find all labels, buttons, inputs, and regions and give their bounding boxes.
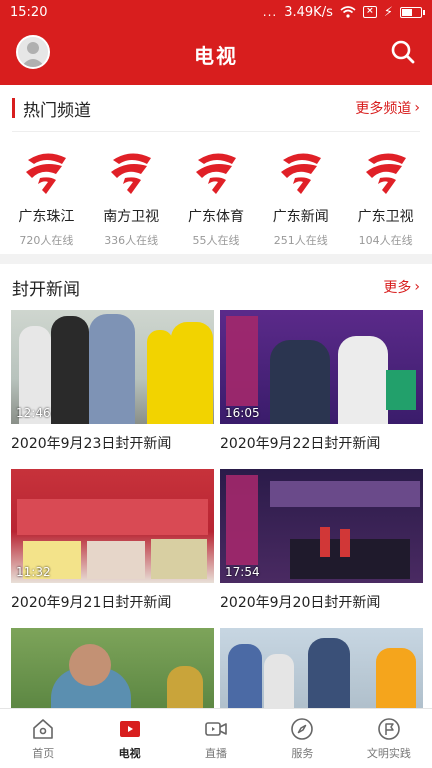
gdtv-logo-icon xyxy=(277,150,325,196)
status-icons: ... 3.49K/s × ⚡ xyxy=(262,4,425,20)
more-channels-label: 更多频道 xyxy=(355,101,412,117)
more-channels-link[interactable]: 更多频道 › xyxy=(355,98,420,118)
channel-list: 广东珠江 720人在线 南方卫视 336人在线 广东体育 55人在线 广东新闻 … xyxy=(0,132,432,254)
page-title: 电视 xyxy=(194,44,238,68)
hot-channels-section: 热门频道 更多频道 › 广东珠江 720人在线 南方卫视 336人在线 广东体育… xyxy=(0,85,432,254)
section-gap xyxy=(0,254,432,264)
nav-live-label: 直播 xyxy=(205,746,228,760)
channel-name: 广东卫视 xyxy=(357,209,414,225)
more-news-link[interactable]: 更多 › xyxy=(383,277,420,297)
news-title: 封开新闻 xyxy=(12,279,80,300)
bottom-navigation: 首页 电视 直播 服务 文明实践 xyxy=(0,708,432,768)
gdtv-logo-icon xyxy=(192,150,240,196)
channel-item[interactable]: 广东新闻 251人在线 xyxy=(260,150,342,248)
video-duration: 17:54 xyxy=(225,565,260,579)
app-bar: 电视 xyxy=(0,24,432,85)
channel-online-count: 336人在线 xyxy=(104,234,159,247)
chevron-right-icon: › xyxy=(414,100,420,116)
more-news-label: 更多 xyxy=(383,280,412,296)
gdtv-logo-icon xyxy=(362,150,410,196)
news-card-title: 2020年9月21日封开新闻 xyxy=(11,595,172,611)
compass-icon xyxy=(290,717,314,741)
hot-channels-title: 热门频道 xyxy=(12,96,91,121)
channel-online-count: 720人在线 xyxy=(19,234,74,247)
channel-item[interactable]: 广东卫视 104人在线 xyxy=(345,150,427,248)
channel-name: 南方卫视 xyxy=(103,209,160,225)
video-duration: 11:32 xyxy=(16,565,51,579)
news-card[interactable]: 16:05 2020年9月22日封开新闻 xyxy=(220,310,423,453)
signal-dots: ... xyxy=(262,5,278,19)
nav-service[interactable]: 服务 xyxy=(259,709,345,768)
top-bar: 15:20 ... 3.49K/s × ⚡ 电视 xyxy=(0,0,432,85)
news-section: 封开新闻 更多 › 12:46 2020年9月23日封开新闻 16:05 202… xyxy=(0,264,432,767)
channel-name: 广东珠江 xyxy=(18,209,75,225)
no-sim-icon: × xyxy=(362,6,377,18)
network-speed: 3.49K/s xyxy=(284,4,333,20)
nav-home[interactable]: 首页 xyxy=(0,709,86,768)
status-bar: 15:20 ... 3.49K/s × ⚡ xyxy=(0,0,432,24)
channel-online-count: 55人在线 xyxy=(192,234,240,247)
news-card-title: 2020年9月22日封开新闻 xyxy=(220,436,381,452)
charging-icon: ⚡ xyxy=(383,4,393,20)
flag-circle-icon xyxy=(377,717,401,741)
nav-civilization-label: 文明实践 xyxy=(366,746,411,760)
channel-name: 广东新闻 xyxy=(272,209,329,225)
video-thumbnail: 16:05 xyxy=(220,310,423,424)
search-icon[interactable] xyxy=(390,39,416,65)
battery-icon xyxy=(400,6,425,18)
hot-channels-header: 热门频道 更多频道 › xyxy=(0,85,432,131)
video-duration: 16:05 xyxy=(225,406,260,420)
gdtv-logo-icon xyxy=(107,150,155,196)
avatar-icon[interactable] xyxy=(16,35,50,69)
nav-civilization[interactable]: 文明实践 xyxy=(346,709,432,768)
app-screen: 15:20 ... 3.49K/s × ⚡ 电视 热门频道 更多频道 › 广东珠… xyxy=(0,0,432,768)
news-card-title: 2020年9月23日封开新闻 xyxy=(11,436,172,452)
video-thumbnail: 12:46 xyxy=(11,310,214,424)
chevron-right-icon: › xyxy=(414,279,420,295)
news-card[interactable]: 12:46 2020年9月23日封开新闻 xyxy=(11,310,214,453)
home-icon xyxy=(31,717,55,741)
news-card[interactable]: 11:32 2020年9月21日封开新闻 xyxy=(11,469,214,612)
nav-live[interactable]: 直播 xyxy=(173,709,259,768)
news-card[interactable]: 17:54 2020年9月20日封开新闻 xyxy=(220,469,423,612)
channel-name: 广东体育 xyxy=(187,209,244,225)
tv-play-icon xyxy=(118,717,142,741)
hot-channels-title-text: 热门频道 xyxy=(23,100,91,121)
nav-service-label: 服务 xyxy=(291,746,314,760)
video-thumbnail: 17:54 xyxy=(220,469,423,583)
channel-item[interactable]: 广东珠江 720人在线 xyxy=(5,150,87,248)
gdtv-logo-icon xyxy=(22,150,70,196)
nav-tv-label: 电视 xyxy=(118,746,141,760)
channel-online-count: 104人在线 xyxy=(358,234,413,247)
wifi-icon xyxy=(340,6,356,18)
section-accent-bar xyxy=(12,98,15,118)
video-thumbnail: 11:32 xyxy=(11,469,214,583)
live-video-icon xyxy=(204,717,228,741)
channel-online-count: 251人在线 xyxy=(273,234,328,247)
nav-home-label: 首页 xyxy=(32,746,55,760)
news-card-title: 2020年9月20日封开新闻 xyxy=(220,595,381,611)
status-time: 15:20 xyxy=(10,4,48,20)
channel-item[interactable]: 广东体育 55人在线 xyxy=(175,150,257,248)
video-duration: 12:46 xyxy=(16,406,51,420)
news-grid: 12:46 2020年9月23日封开新闻 16:05 2020年9月22日封开新… xyxy=(0,310,432,767)
nav-tv[interactable]: 电视 xyxy=(86,709,172,768)
channel-item[interactable]: 南方卫视 336人在线 xyxy=(90,150,172,248)
news-header: 封开新闻 更多 › xyxy=(0,264,432,310)
